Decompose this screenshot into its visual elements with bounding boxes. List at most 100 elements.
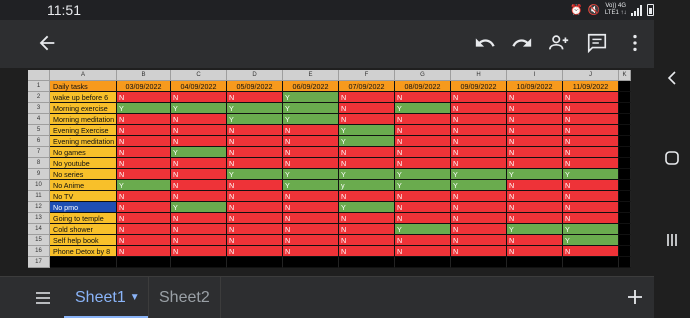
status-cell[interactable]: N	[117, 125, 171, 136]
header-cell-date[interactable]: 10/09/2022	[507, 81, 563, 92]
status-cell[interactable]: Y	[227, 169, 283, 180]
status-cell[interactable]: N	[227, 202, 283, 213]
status-cell[interactable]: Y	[171, 202, 227, 213]
status-cell[interactable]: N	[227, 147, 283, 158]
column-header-f[interactable]: F	[339, 70, 395, 81]
status-cell[interactable]: N	[227, 180, 283, 191]
empty-cell[interactable]	[619, 158, 631, 169]
task-cell[interactable]: Morning meditation	[50, 114, 117, 125]
empty-cell[interactable]	[619, 213, 631, 224]
empty-cell[interactable]	[395, 257, 451, 268]
select-all-corner[interactable]	[28, 70, 50, 81]
status-cell[interactable]: N	[227, 213, 283, 224]
status-cell[interactable]: N	[395, 246, 451, 257]
column-header-d[interactable]: D	[227, 70, 283, 81]
status-cell[interactable]: N	[507, 246, 563, 257]
task-cell[interactable]: wake up before 6	[50, 92, 117, 103]
status-cell[interactable]: N	[117, 224, 171, 235]
status-cell[interactable]: N	[339, 114, 395, 125]
status-cell[interactable]: N	[117, 147, 171, 158]
status-cell[interactable]: N	[451, 136, 507, 147]
row-header[interactable]: 13	[28, 213, 50, 224]
task-cell[interactable]: No TV	[50, 191, 117, 202]
status-cell[interactable]: N	[451, 114, 507, 125]
status-cell[interactable]: N	[395, 235, 451, 246]
status-cell[interactable]: N	[507, 125, 563, 136]
status-cell[interactable]: N	[339, 92, 395, 103]
row-header[interactable]: 8	[28, 158, 50, 169]
task-cell[interactable]: Evening meditation	[50, 136, 117, 147]
status-cell[interactable]: N	[171, 246, 227, 257]
task-cell[interactable]: No pmo	[50, 202, 117, 213]
status-cell[interactable]: N	[171, 114, 227, 125]
status-cell[interactable]: N	[171, 180, 227, 191]
all-sheets-menu-icon[interactable]	[36, 291, 50, 304]
empty-cell[interactable]	[619, 103, 631, 114]
back-arrow-icon[interactable]	[36, 32, 58, 54]
status-cell[interactable]: N	[283, 147, 339, 158]
task-cell[interactable]: No games	[50, 147, 117, 158]
status-cell[interactable]: Y	[117, 103, 171, 114]
status-cell[interactable]: N	[507, 147, 563, 158]
status-cell[interactable]: N	[283, 202, 339, 213]
row-header[interactable]: 14	[28, 224, 50, 235]
task-cell[interactable]: No Anime	[50, 180, 117, 191]
status-cell[interactable]: Y	[283, 180, 339, 191]
status-cell[interactable]: N	[563, 180, 619, 191]
empty-cell[interactable]	[619, 136, 631, 147]
status-cell[interactable]: N	[227, 246, 283, 257]
empty-cell[interactable]	[563, 257, 619, 268]
status-cell[interactable]: N	[283, 125, 339, 136]
status-cell[interactable]: Y	[339, 169, 395, 180]
status-cell[interactable]: N	[395, 191, 451, 202]
nav-recents-icon[interactable]	[664, 232, 680, 248]
status-cell[interactable]: N	[227, 224, 283, 235]
empty-cell[interactable]	[619, 125, 631, 136]
row-header[interactable]: 2	[28, 92, 50, 103]
status-cell[interactable]: N	[117, 114, 171, 125]
status-cell[interactable]: N	[117, 169, 171, 180]
empty-cell[interactable]	[619, 180, 631, 191]
status-cell[interactable]: N	[507, 114, 563, 125]
status-cell[interactable]: N	[507, 213, 563, 224]
row-header[interactable]: 16	[28, 246, 50, 257]
empty-cell[interactable]	[619, 147, 631, 158]
empty-cell[interactable]	[619, 169, 631, 180]
column-header-e[interactable]: E	[283, 70, 339, 81]
row-header[interactable]: 12	[28, 202, 50, 213]
status-cell[interactable]: N	[563, 213, 619, 224]
task-cell[interactable]: Going to temple	[50, 213, 117, 224]
status-cell[interactable]: Y	[395, 224, 451, 235]
header-cell-date[interactable]: 05/09/2022	[227, 81, 283, 92]
status-cell[interactable]: N	[171, 213, 227, 224]
status-cell[interactable]: N	[171, 224, 227, 235]
status-cell[interactable]: N	[563, 202, 619, 213]
status-cell[interactable]: Y	[227, 114, 283, 125]
status-cell[interactable]: Y	[507, 169, 563, 180]
empty-cell[interactable]	[171, 257, 227, 268]
more-vert-icon[interactable]	[624, 32, 646, 54]
status-cell[interactable]: Y	[227, 103, 283, 114]
empty-cell[interactable]	[283, 257, 339, 268]
status-cell[interactable]: N	[395, 136, 451, 147]
empty-cell[interactable]	[619, 191, 631, 202]
empty-cell[interactable]	[339, 257, 395, 268]
header-cell-date[interactable]: 03/09/2022	[117, 81, 171, 92]
status-cell[interactable]: N	[563, 158, 619, 169]
status-cell[interactable]: Y	[339, 125, 395, 136]
status-cell[interactable]: N	[283, 136, 339, 147]
header-cell-date[interactable]: 04/09/2022	[171, 81, 227, 92]
status-cell[interactable]: N	[451, 103, 507, 114]
status-cell[interactable]: N	[117, 136, 171, 147]
status-cell[interactable]: N	[117, 158, 171, 169]
status-cell[interactable]: N	[395, 92, 451, 103]
comment-icon[interactable]	[586, 32, 608, 54]
row-header[interactable]: 11	[28, 191, 50, 202]
header-cell-task[interactable]: Daily tasks	[50, 81, 117, 92]
nav-back-icon[interactable]	[664, 70, 680, 86]
status-cell[interactable]: N	[451, 246, 507, 257]
task-cell[interactable]: Evening Exercise	[50, 125, 117, 136]
nav-home-icon[interactable]	[664, 150, 680, 166]
empty-cell[interactable]	[619, 246, 631, 257]
column-header-i[interactable]: I	[507, 70, 563, 81]
